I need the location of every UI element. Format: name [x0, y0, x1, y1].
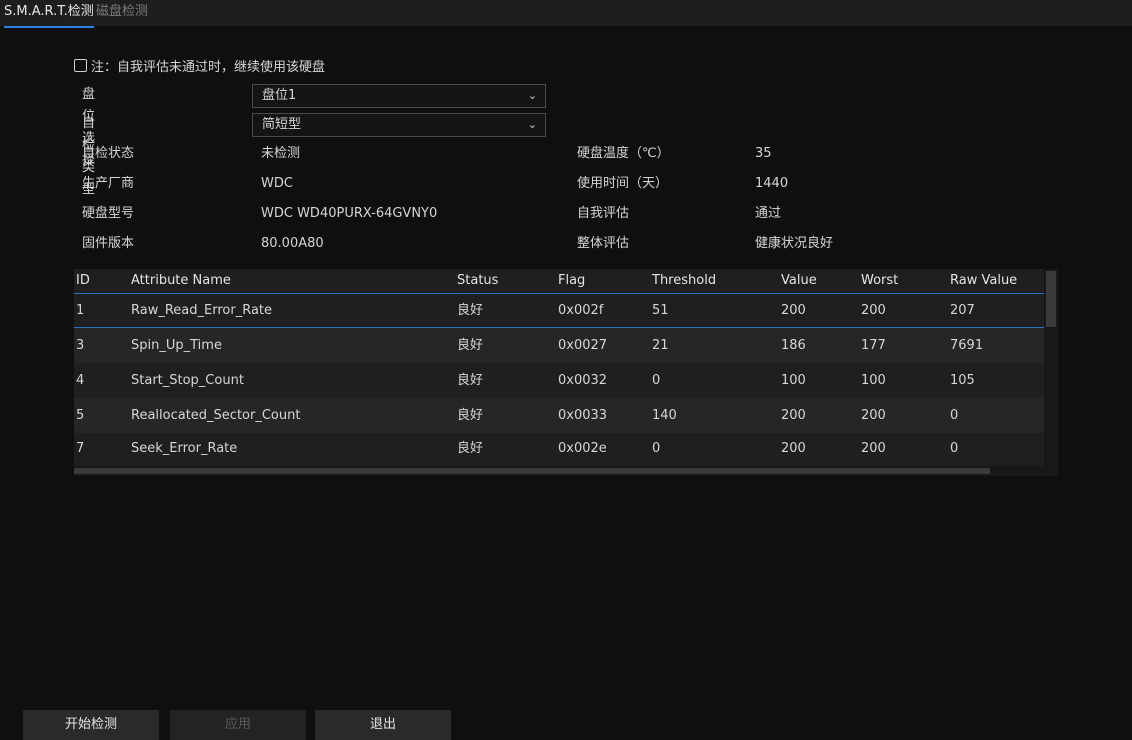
model-row: 硬盘型号 WDC WD40PURX-64GVNY0 自我评估 通过	[0, 203, 1132, 225]
cell-worst: 200	[861, 408, 886, 423]
exit-button[interactable]: 退出	[315, 710, 451, 740]
table-row[interactable]: 7 Seek_Error_Rate 良好 0x002e 0 200 200 0	[74, 431, 1044, 466]
cell-value: 200	[781, 441, 806, 456]
cell-id: 5	[76, 408, 85, 423]
cell-flag: 0x0032	[558, 373, 608, 388]
cell-worst: 200	[861, 441, 886, 456]
firmware-row: 固件版本 80.00A80 整体评估 健康状况良好	[0, 233, 1132, 255]
temperature-label: 硬盘温度（℃）	[577, 146, 670, 161]
overall-eval-label: 整体评估	[577, 236, 630, 251]
manufacturer-row: 生产厂商 WDC 使用时间（天） 1440	[0, 173, 1132, 195]
header-value[interactable]: Value	[781, 269, 817, 293]
cell-attribute-name: Spin_Up_Time	[131, 338, 222, 353]
cell-raw-value: 105	[950, 373, 975, 388]
cell-id: 4	[76, 373, 85, 388]
model-value: WDC WD40PURX-64GVNY0	[261, 206, 438, 221]
firmware-label: 固件版本	[82, 236, 135, 251]
cell-flag: 0x002f	[558, 303, 604, 318]
tab-bar: S.M.A.R.T.检测 磁盘检测	[0, 0, 1132, 28]
horizontal-scrollbar-thumb[interactable]	[74, 468, 990, 474]
cell-value: 200	[781, 303, 806, 318]
header-status[interactable]: Status	[457, 269, 498, 293]
continue-use-checkbox[interactable]	[74, 58, 87, 72]
cell-attribute-name: Start_Stop_Count	[131, 373, 244, 388]
vertical-scrollbar[interactable]	[1044, 269, 1058, 476]
cell-status: 良好	[457, 303, 484, 318]
test-type-dropdown[interactable]: 简短型 ⌄	[252, 113, 546, 137]
disk-select-dropdown[interactable]: 盘位1 ⌄	[252, 84, 546, 108]
continue-use-checkbox-row[interactable]: 注：自我评估未通过时，继续使用该硬盘	[74, 56, 326, 75]
cell-flag: 0x0027	[558, 338, 608, 353]
cell-threshold: 140	[652, 408, 677, 423]
test-status-label: 自检状态	[82, 146, 135, 161]
continue-use-label: 注：自我评估未通过时，继续使用该硬盘	[91, 59, 326, 75]
tab-smart[interactable]: S.M.A.R.T.检测	[4, 0, 94, 28]
cell-id: 7	[76, 441, 85, 456]
cell-worst: 177	[861, 338, 886, 353]
table-row[interactable]: 3 Spin_Up_Time 良好 0x0027 21 186 177 7691	[74, 328, 1044, 363]
self-eval-label: 自我评估	[577, 206, 630, 221]
cell-id: 1	[76, 303, 85, 318]
cell-value: 200	[781, 408, 806, 423]
header-raw-value[interactable]: Raw Value	[950, 269, 1017, 293]
status-row: 自检状态 未检测 硬盘温度（℃） 35	[0, 143, 1132, 165]
apply-button[interactable]: 应用	[170, 710, 306, 740]
cell-attribute-name: Reallocated_Sector_Count	[131, 408, 301, 423]
cell-status: 良好	[457, 338, 484, 353]
cell-id: 3	[76, 338, 85, 353]
table-row[interactable]: 4 Start_Stop_Count 良好 0x0032 0 100 100 1…	[74, 363, 1044, 398]
firmware-value: 80.00A80	[261, 236, 324, 251]
cell-threshold: 21	[652, 338, 669, 353]
table-row[interactable]: 5 Reallocated_Sector_Count 良好 0x0033 140…	[74, 398, 1044, 433]
manufacturer-label: 生产厂商	[82, 176, 135, 191]
cell-threshold: 0	[652, 373, 661, 388]
cell-threshold: 51	[652, 303, 669, 318]
cell-flag: 0x002e	[558, 441, 607, 456]
chevron-down-icon: ⌄	[527, 89, 537, 102]
cell-raw-value: 7691	[950, 338, 984, 353]
vertical-scrollbar-thumb[interactable]	[1046, 271, 1056, 327]
cell-worst: 200	[861, 303, 886, 318]
table-header: ID Attribute Name Status Flag Threshold …	[74, 269, 1044, 294]
cell-status: 良好	[457, 373, 484, 388]
temperature-value: 35	[755, 146, 772, 161]
overall-eval-value: 健康状况良好	[755, 236, 834, 251]
cell-raw-value: 0	[950, 441, 959, 456]
cell-value: 100	[781, 373, 806, 388]
horizontal-scrollbar[interactable]	[74, 466, 1044, 476]
chevron-down-icon: ⌄	[527, 118, 537, 131]
test-status-value: 未检测	[261, 146, 301, 161]
usage-time-value: 1440	[755, 176, 789, 191]
cell-flag: 0x0033	[558, 408, 608, 423]
cell-value: 186	[781, 338, 806, 353]
cell-attribute-name: Raw_Read_Error_Rate	[131, 303, 273, 318]
start-test-button[interactable]: 开始检测	[23, 710, 159, 740]
cell-raw-value: 207	[950, 303, 975, 318]
smart-attribute-table: ID Attribute Name Status Flag Threshold …	[74, 269, 1058, 476]
cell-raw-value: 0	[950, 408, 959, 423]
tab-disk-check[interactable]: 磁盘检测	[96, 0, 148, 26]
header-flag[interactable]: Flag	[558, 269, 585, 293]
cell-threshold: 0	[652, 441, 661, 456]
header-id[interactable]: ID	[76, 269, 90, 293]
self-eval-value: 通过	[755, 206, 782, 221]
model-label: 硬盘型号	[82, 206, 135, 221]
usage-time-label: 使用时间（天）	[577, 176, 669, 191]
cell-worst: 100	[861, 373, 886, 388]
manufacturer-value: WDC	[261, 176, 293, 191]
table-row[interactable]: 1 Raw_Read_Error_Rate 良好 0x002f 51 200 2…	[74, 293, 1044, 328]
header-worst[interactable]: Worst	[861, 269, 898, 293]
header-threshold[interactable]: Threshold	[652, 269, 716, 293]
cell-attribute-name: Seek_Error_Rate	[131, 441, 238, 456]
header-attribute-name[interactable]: Attribute Name	[131, 269, 231, 293]
disk-select-value: 盘位1	[262, 88, 297, 103]
test-type-value: 简短型	[262, 117, 302, 132]
cell-status: 良好	[457, 408, 484, 423]
cell-status: 良好	[457, 441, 484, 456]
